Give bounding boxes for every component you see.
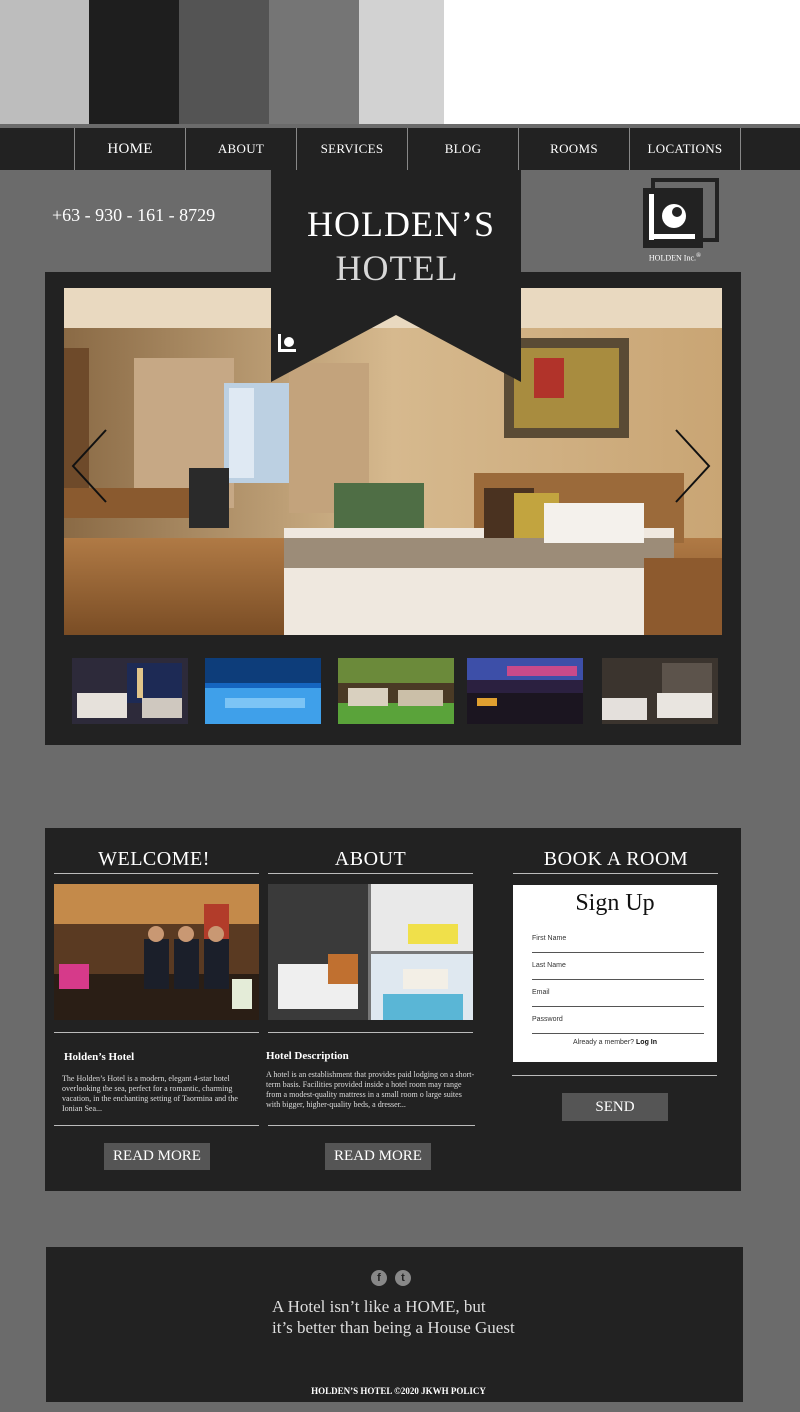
thumbnail-4[interactable] xyxy=(467,658,583,724)
swatch-1 xyxy=(0,0,89,124)
divider xyxy=(54,1032,259,1033)
nav-home[interactable]: HOME xyxy=(74,128,185,170)
banner-logo-icon xyxy=(278,334,296,352)
hotel-title-line2: HOTEL xyxy=(335,248,459,288)
about-read-more-button[interactable]: READ MORE xyxy=(325,1143,431,1170)
chevron-left-icon[interactable] xyxy=(70,428,110,508)
brand-logo-icon[interactable] xyxy=(641,178,721,252)
twitter-icon[interactable]: t xyxy=(395,1270,411,1286)
about-subheading: Hotel Description xyxy=(266,1050,349,1062)
main-nav: HOME ABOUT SERVICES BLOG ROOMS LOCATIONS xyxy=(0,128,800,170)
nav-divider xyxy=(740,128,741,170)
divider xyxy=(268,1125,475,1126)
login-link[interactable]: Log In xyxy=(636,1039,657,1046)
thumbnail-2[interactable] xyxy=(205,658,321,724)
email-field[interactable]: Email xyxy=(532,985,704,1007)
divider xyxy=(268,873,473,874)
thumbnail-5[interactable] xyxy=(602,658,718,724)
phone-number[interactable]: +63 - 930 - 161 - 8729 xyxy=(52,205,215,226)
thumbnail-1[interactable] xyxy=(72,658,188,724)
first-name-field[interactable]: First Name xyxy=(532,931,704,953)
footer-quote: A Hotel isn’t like a HOME, but it’s bett… xyxy=(272,1296,515,1338)
welcome-photo xyxy=(54,884,259,1020)
swatch-2 xyxy=(89,0,179,124)
last-name-field[interactable]: Last Name xyxy=(532,958,704,980)
divider xyxy=(512,1075,717,1076)
about-photo xyxy=(268,884,473,1020)
divider xyxy=(268,1032,473,1033)
content-section: WELCOME! Holden’s Hotel The Holden’s Hot… xyxy=(45,828,741,1191)
nav-locations[interactable]: LOCATIONS xyxy=(629,128,740,170)
footer: f t A Hotel isn’t like a HOME, but it’s … xyxy=(46,1247,743,1402)
facebook-icon[interactable]: f xyxy=(371,1270,387,1286)
color-palette xyxy=(0,0,800,124)
welcome-subheading: Holden’s Hotel xyxy=(64,1051,135,1063)
send-button[interactable]: SEND xyxy=(562,1093,668,1121)
about-heading: ABOUT xyxy=(334,848,407,870)
divider xyxy=(513,873,718,874)
quote-line-2: it’s better than being a House Guest xyxy=(272,1318,515,1337)
password-field[interactable]: Password xyxy=(532,1012,704,1034)
signup-title: Sign Up xyxy=(575,890,655,916)
welcome-read-more-button[interactable]: READ MORE xyxy=(104,1143,210,1170)
brand-logo-text: HOLDEN Inc.® xyxy=(648,252,702,263)
swatch-3 xyxy=(179,0,269,124)
hotel-title-line1: HOLDEN’S xyxy=(307,204,495,244)
nav-about[interactable]: ABOUT xyxy=(185,128,296,170)
quote-line-1: A Hotel isn’t like a HOME, but xyxy=(272,1297,486,1316)
about-text: A hotel is an establishment that provide… xyxy=(266,1070,475,1109)
swatch-5 xyxy=(359,0,444,124)
welcome-text: The Holden’s Hotel is a modern, elegant … xyxy=(62,1074,238,1113)
thumbnail-3[interactable] xyxy=(338,658,454,724)
member-prompt: Already a member? Log In xyxy=(513,1039,717,1046)
signup-form: Sign Up First Name Last Name Email Passw… xyxy=(513,885,717,1062)
nav-rooms[interactable]: ROOMS xyxy=(518,128,629,170)
divider xyxy=(54,1125,259,1126)
welcome-heading: WELCOME! xyxy=(98,848,210,870)
nav-services[interactable]: SERVICES xyxy=(296,128,407,170)
chevron-right-icon[interactable] xyxy=(672,428,712,508)
nav-blog[interactable]: BLOG xyxy=(407,128,518,170)
swatch-4 xyxy=(269,0,359,124)
member-text: Already a member? xyxy=(572,1039,635,1046)
booking-heading: BOOK A ROOM xyxy=(543,848,689,870)
divider xyxy=(54,873,259,874)
copyright-text: HOLDEN’S HOTEL ©2020 JKWH POLICY xyxy=(311,1386,486,1396)
